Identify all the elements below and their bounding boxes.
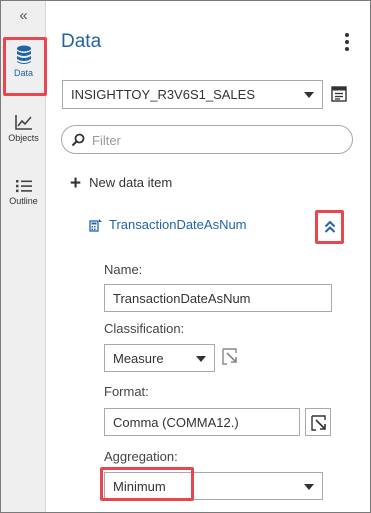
new-data-item-button[interactable]: + New data item	[70, 173, 172, 195]
more-options-icon[interactable]	[340, 33, 354, 51]
double-chevron-up-icon	[324, 220, 336, 233]
data-source-value: INSIGHTTOY_R3V6S1_SALES	[71, 87, 256, 102]
rail-item-outline[interactable]: Outline	[1, 179, 46, 206]
name-field[interactable]: TransactionDateAsNum	[104, 284, 332, 312]
classification-label: Classification:	[104, 321, 185, 336]
data-source-details-icon[interactable]	[331, 86, 347, 107]
data-source-select[interactable]: INSIGHTTOY_R3V6S1_SALES	[62, 80, 323, 109]
collapse-rail-icon[interactable]: «	[1, 7, 46, 24]
window-frame	[0, 0, 371, 513]
edit-format-icon	[311, 415, 326, 431]
classification-value: Measure	[113, 351, 164, 366]
format-label: Format:	[104, 384, 149, 399]
name-label: Name:	[104, 262, 143, 277]
data-item-name: TransactionDateAsNum	[109, 217, 247, 232]
aggregation-label: Aggregation:	[104, 449, 178, 464]
data-tab-highlight	[3, 37, 47, 96]
rail-item-label: Outline	[9, 196, 38, 206]
list-icon	[15, 180, 32, 193]
line-chart-icon	[14, 115, 32, 130]
plus-icon: +	[70, 173, 82, 194]
collapse-item-button[interactable]	[315, 210, 344, 244]
new-data-item-label: New data item	[89, 175, 173, 190]
data-item-row[interactable]: TransactionDateAsNum	[89, 217, 247, 232]
chevron-down-icon	[196, 356, 206, 362]
filter-input[interactable]	[92, 131, 332, 149]
aggregation-highlight	[100, 467, 194, 501]
edit-format-button[interactable]	[305, 408, 331, 436]
rail-item-objects[interactable]: Objects	[1, 114, 46, 143]
search-icon	[71, 133, 85, 147]
measure-icon	[89, 219, 102, 232]
chevron-down-icon	[304, 92, 314, 98]
format-field[interactable]: Comma (COMMA12.)	[104, 408, 300, 436]
chevron-down-icon	[304, 484, 314, 490]
filter-box	[61, 125, 353, 154]
rail-item-label: Objects	[8, 133, 39, 143]
panel-title: Data	[61, 31, 102, 52]
classification-select[interactable]: Measure	[104, 344, 215, 372]
edit-classification-icon[interactable]	[222, 348, 238, 371]
